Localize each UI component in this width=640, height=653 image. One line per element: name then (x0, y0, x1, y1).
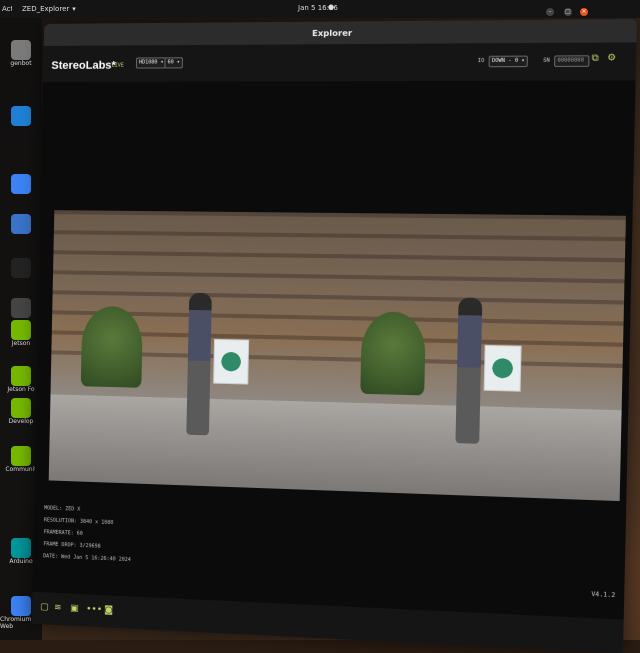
folder-icon[interactable]: ▢ (40, 602, 49, 612)
serial-field[interactable]: 00000000 (554, 55, 590, 68)
nvidia-icon (11, 398, 31, 418)
io-label: IO (477, 57, 485, 65)
sn-label: SN (543, 57, 550, 64)
top-bar: Activities ZED_Explorer ▾ Jan 5 16:26 ● … (0, 0, 640, 18)
minimize-icon[interactable]: – (546, 8, 554, 16)
toolbar: StereoLabs* LIVE HD1080 ▾ 60 ▾ IO DOWN -… (43, 42, 637, 82)
gear-icon[interactable]: ⚙ (607, 53, 616, 64)
dock-item-label: Arduino (9, 558, 33, 565)
dock-item[interactable]: Jetson (0, 320, 42, 347)
dock-item-label: Communit (5, 466, 37, 473)
more-icon[interactable]: ••• (86, 604, 102, 615)
camera-info-panel: MODEL: ZED X RESOLUTION: 3840 x 1080 FRA… (43, 502, 132, 566)
nvidia-icon (11, 366, 31, 386)
fps-select[interactable]: 60 ▾ (164, 57, 184, 69)
terminal-icon (11, 298, 31, 318)
brand-logo: StereoLabs* (51, 60, 116, 72)
left-camera-image (48, 210, 333, 491)
app-icon (11, 214, 31, 234)
video-area: MODEL: ZED X RESOLUTION: 3840 x 1080 FRA… (32, 80, 636, 620)
resolution-value: HD1080 (138, 59, 158, 66)
activities-button[interactable]: Activities (2, 5, 12, 13)
brand-name: StereoLabs (51, 59, 112, 72)
maximize-icon[interactable]: □ (564, 8, 572, 16)
fps-value: 60 (167, 59, 174, 66)
vscode-icon (11, 106, 31, 126)
arduino-icon (11, 538, 31, 558)
copy-icon[interactable]: ⧉ (592, 53, 599, 64)
nvidia-icon (11, 320, 31, 340)
dock-item-label: genbot (10, 60, 32, 67)
stream-icon[interactable]: ≋ (54, 603, 62, 613)
right-camera-image (326, 212, 626, 502)
stereo-view (48, 210, 626, 502)
notification-dot-icon: ● (328, 3, 335, 11)
resolution-select[interactable]: HD1080 ▾ (135, 57, 167, 69)
obs-icon (11, 258, 31, 278)
record-icon[interactable]: ▣ (70, 604, 79, 614)
nvidia-icon (11, 446, 31, 466)
device-select[interactable]: DOWN - 0 ▾ (488, 55, 529, 68)
device-value: DOWN - 0 (491, 57, 519, 65)
dock-item[interactable] (0, 214, 42, 234)
dock-item[interactable] (0, 106, 42, 126)
version-label: V4.1.2 (591, 590, 616, 600)
app-menu-label: ZED_Explorer (22, 5, 70, 13)
chevron-down-icon: ▾ (72, 5, 76, 13)
camera-icon[interactable]: ◙ (104, 605, 113, 615)
dock-item[interactable] (0, 174, 42, 194)
info-date: DATE: Wed Jan 5 16:26:40 2024 (43, 553, 131, 564)
dock-item[interactable]: genbot (0, 40, 42, 67)
dock-item[interactable] (0, 258, 42, 278)
close-icon[interactable]: × (580, 8, 588, 16)
app-menu[interactable]: ZED_Explorer ▾ (22, 5, 76, 13)
explorer-window: Explorer StereoLabs* LIVE HD1080 ▾ 60 ▾ … (31, 19, 637, 653)
chromium-icon (11, 174, 31, 194)
dock-item-label: Develop (8, 418, 34, 425)
folder-icon (11, 40, 31, 60)
dock-item-label: Jetson (11, 340, 31, 347)
chromium-icon (11, 596, 31, 616)
live-indicator: LIVE (111, 62, 124, 69)
dock-item[interactable] (0, 298, 42, 318)
dock-item-label: Jetson Fo (7, 386, 35, 393)
